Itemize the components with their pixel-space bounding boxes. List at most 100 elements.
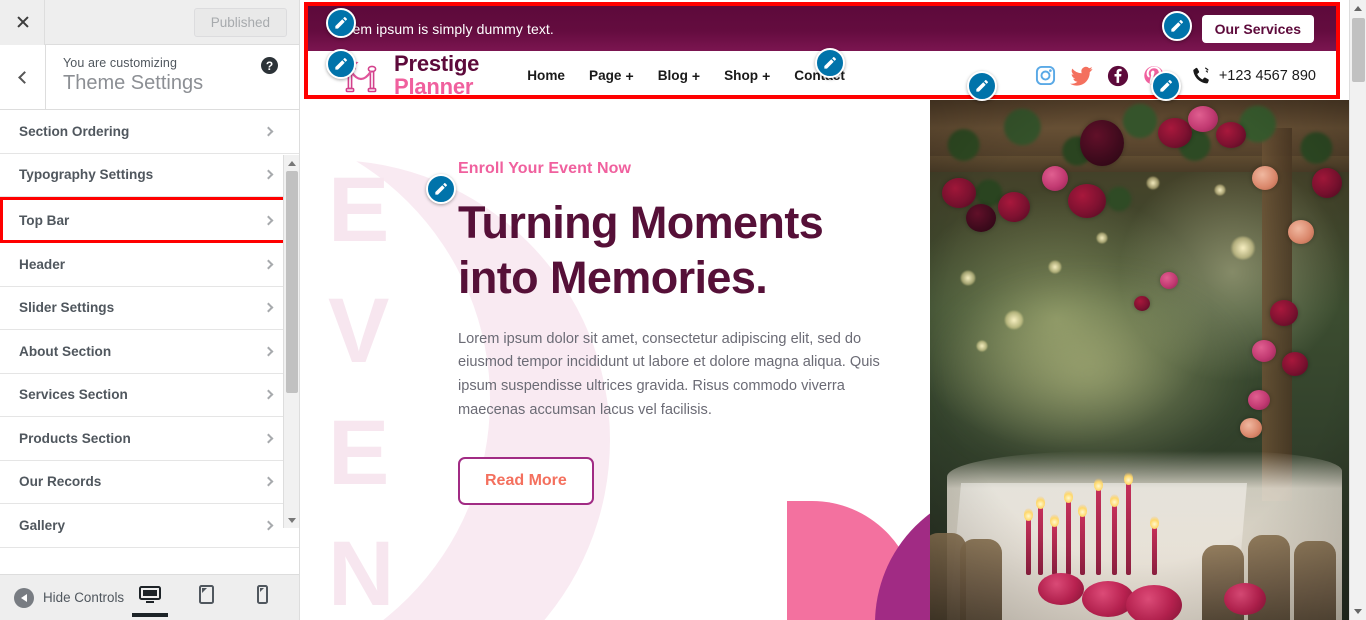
nav-item-label: Shop	[724, 68, 759, 83]
social-links	[1035, 65, 1165, 87]
sidebar-item-header[interactable]: Header	[0, 243, 299, 287]
customizer-section-list: Section Ordering Typography Settings Top B…	[0, 110, 299, 574]
nav-item-blog[interactable]: Blog +	[658, 68, 700, 84]
nav-item-shop[interactable]: Shop +	[724, 68, 770, 84]
submenu-plus-icon: +	[625, 67, 634, 84]
sidebar-item-our-records[interactable]: Our Records	[0, 460, 299, 504]
customizer-screen: Published You are customizing Theme Sett…	[0, 0, 1366, 620]
chevron-left-icon	[17, 70, 31, 84]
site-preview: Lorem ipsum is simply dummy text. Our Se…	[300, 0, 1366, 620]
edit-topbar-message-pencil-icon[interactable]	[326, 8, 356, 38]
customizer-panel: Published You are customizing Theme Sett…	[0, 0, 300, 620]
facebook-icon[interactable]	[1107, 65, 1129, 87]
site-logo[interactable]: Prestige Planner	[338, 50, 480, 99]
hero-title: Turning Moments into Memories.	[458, 196, 918, 306]
chevron-right-icon	[263, 126, 274, 137]
customizer-footer: Hide Controls	[0, 574, 299, 620]
brand-line-2: Planner	[394, 73, 474, 99]
edit-logo-pencil-icon[interactable]	[326, 49, 356, 79]
sidebar-item-label: Our Records	[19, 474, 102, 490]
help-icon[interactable]: ?	[261, 57, 278, 74]
decorative-letter: V	[328, 280, 390, 383]
mobile-icon	[256, 585, 268, 604]
collapse-icon	[14, 587, 34, 608]
brand-name: Prestige Planner	[394, 50, 480, 99]
main-navigation: Home Page + Blog + Shop + Contact	[527, 68, 845, 84]
sidebar-item-services-section[interactable]: Services Section	[0, 373, 299, 417]
topbar-message: Lorem ipsum is simply dummy text.	[332, 20, 554, 37]
phone-number: +123 4567 890	[1218, 67, 1316, 84]
close-customizer-button[interactable]	[0, 0, 45, 45]
preview-scrollbar-thumb[interactable]	[1352, 18, 1365, 82]
tablet-icon	[198, 585, 214, 604]
sidebar-item-label: Section Ordering	[19, 123, 130, 139]
sidebar-item-label: Slider Settings	[19, 300, 115, 316]
read-more-button[interactable]: Read More	[458, 457, 594, 506]
nav-item-label: Home	[527, 68, 565, 83]
nav-item-home[interactable]: Home	[527, 68, 565, 83]
device-desktop-button[interactable]	[132, 586, 168, 617]
chevron-right-icon	[263, 259, 274, 270]
nav-item-label: Page	[589, 68, 622, 83]
sidebar-item-section-ordering[interactable]: Section Ordering	[0, 110, 299, 154]
sidebar-item-label: About Section	[19, 343, 112, 359]
back-button[interactable]	[0, 45, 46, 109]
twitter-icon[interactable]	[1069, 66, 1093, 86]
customizer-scrollbar[interactable]	[283, 155, 299, 528]
hero-eyebrow: Enroll Your Event Now	[458, 160, 632, 177]
decorative-letter: E	[328, 401, 390, 504]
phone-contact[interactable]: +123 4567 890	[1191, 65, 1316, 87]
sidebar-item-label: Services Section	[19, 387, 128, 403]
customizer-header-text: You are customizing Theme Settings ?	[46, 45, 299, 109]
submenu-plus-icon: +	[762, 67, 771, 84]
photo-vignette	[930, 100, 1350, 620]
page-title: Theme Settings	[63, 72, 204, 94]
chevron-right-icon	[263, 215, 274, 225]
edit-hero-eyebrow-pencil-icon[interactable]	[426, 174, 456, 204]
chevron-right-icon	[263, 433, 274, 444]
edit-topbar-button-pencil-icon[interactable]	[1162, 11, 1192, 41]
sidebar-item-products-section[interactable]: Products Section	[0, 417, 299, 461]
decorative-letter: N	[328, 523, 395, 620]
preview-scroll-down-icon[interactable]	[1350, 603, 1366, 620]
sidebar-item-label: Header	[19, 256, 66, 272]
sidebar-item-label: Typography Settings	[19, 167, 154, 183]
chevron-right-icon	[263, 169, 274, 180]
close-icon	[15, 15, 29, 29]
our-services-button[interactable]: Our Services	[1201, 14, 1314, 43]
hide-controls-label: Hide Controls	[43, 590, 125, 605]
edit-menu-pencil-icon[interactable]	[815, 48, 845, 78]
chevron-right-icon	[263, 520, 274, 531]
preview-scrollbar[interactable]	[1349, 0, 1366, 620]
customizer-header: You are customizing Theme Settings ?	[0, 45, 299, 110]
hero-title-line-2: into Memories.	[458, 251, 768, 303]
scroll-up-arrow-icon[interactable]	[284, 155, 299, 171]
nav-item-label: Blog	[657, 68, 688, 83]
sidebar-item-label: Gallery	[19, 517, 66, 533]
sidebar-item-top-bar[interactable]: Top Bar	[0, 197, 299, 243]
instagram-icon[interactable]	[1035, 65, 1056, 86]
edit-phone-pencil-icon[interactable]	[1151, 71, 1181, 101]
device-mobile-button[interactable]	[247, 585, 277, 610]
sidebar-item-slider-settings[interactable]: Slider Settings	[0, 286, 299, 330]
chevron-right-icon	[263, 302, 274, 313]
publish-button[interactable]: Published	[193, 7, 287, 37]
sidebar-item-about-section[interactable]: About Section	[0, 330, 299, 374]
decorative-letter: E	[328, 159, 390, 261]
scroll-down-arrow-icon[interactable]	[284, 512, 299, 528]
hero-title-line-1: Turning Moments	[458, 197, 824, 248]
sidebar-item-typography-settings[interactable]: Typography Settings	[0, 153, 299, 197]
sidebar-item-gallery[interactable]: Gallery	[0, 504, 299, 548]
preview-scroll-up-icon[interactable]	[1350, 0, 1366, 17]
sidebar-item-label: Products Section	[19, 430, 131, 446]
nav-item-page[interactable]: Page +	[589, 68, 634, 84]
scrollbar-thumb[interactable]	[286, 171, 298, 393]
device-tablet-button[interactable]	[191, 585, 221, 610]
hero-image	[930, 100, 1350, 620]
edit-social-pencil-icon[interactable]	[967, 71, 997, 101]
hero-section: EVEN Enroll Your Event Now Turning Momen…	[300, 100, 1366, 620]
decorative-event-letters: EVEN	[328, 150, 394, 620]
desktop-icon	[139, 586, 161, 603]
brand-line-1: Prestige	[394, 50, 480, 76]
hide-controls-button[interactable]: Hide Controls	[0, 587, 125, 608]
